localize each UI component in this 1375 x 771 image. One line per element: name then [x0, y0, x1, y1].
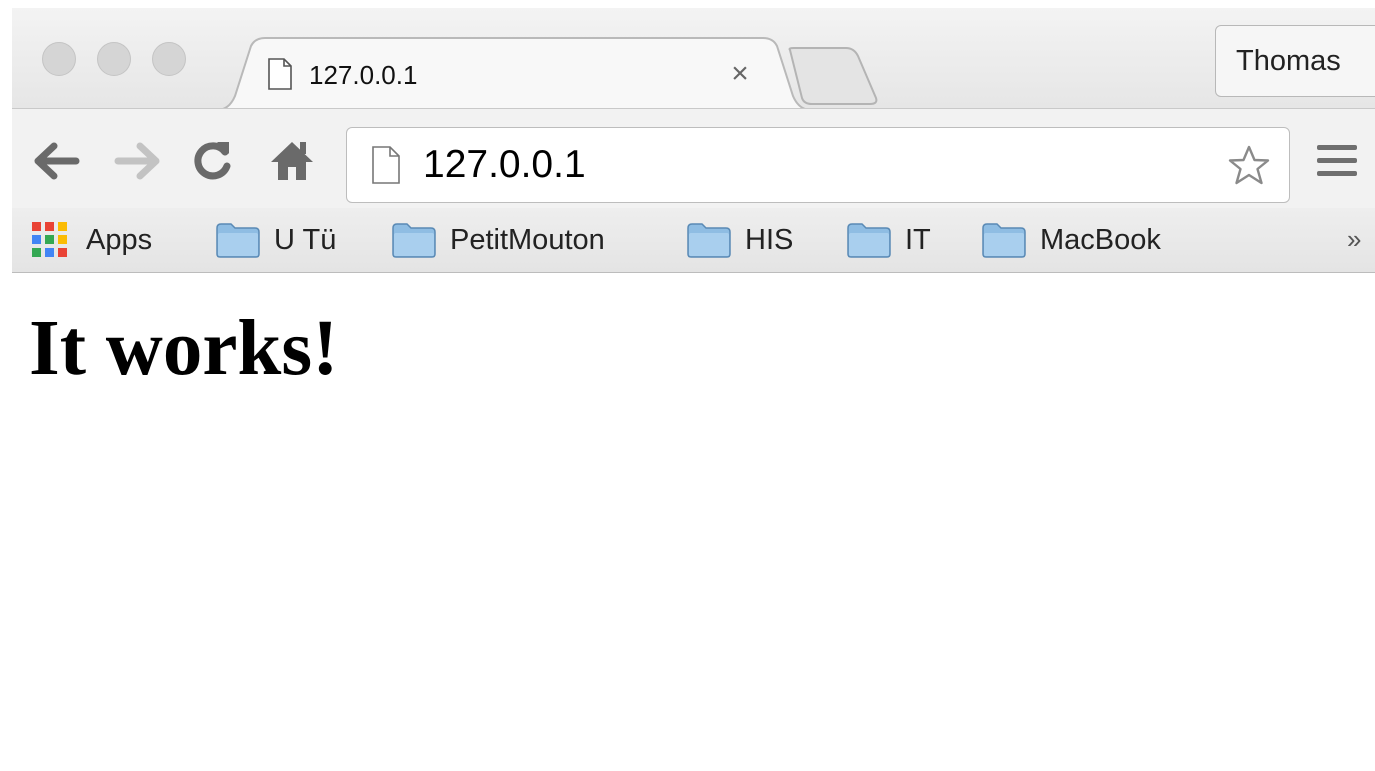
bookmark-label: MacBook	[1040, 223, 1161, 256]
tab-close-icon[interactable]: ×	[722, 56, 758, 92]
address-bar[interactable]	[346, 127, 1290, 203]
minimize-window-button[interactable]	[97, 42, 131, 76]
bookmarks-bar: Apps U Tü PetitMouton HIS IT MacBook »	[12, 208, 1375, 273]
reload-icon	[194, 142, 231, 180]
forward-button[interactable]	[112, 136, 162, 186]
apps-grid-icon	[32, 222, 67, 257]
bookmark-label: IT	[905, 223, 931, 256]
tab-title: 127.0.0.1	[309, 60, 418, 90]
new-tab-button[interactable]	[782, 46, 882, 108]
bookmark-label: Apps	[86, 223, 153, 256]
folder-icon	[392, 223, 436, 258]
folder-icon	[687, 223, 731, 258]
close-window-button[interactable]	[42, 42, 76, 76]
bookmark-folder-u-tu[interactable]: U Tü	[216, 218, 336, 262]
home-icon	[271, 142, 313, 180]
page-icon	[371, 146, 401, 189]
zoom-window-button[interactable]	[152, 42, 186, 76]
url-input[interactable]	[423, 138, 1183, 192]
tab-shape	[217, 37, 807, 111]
profile-button[interactable]: Thomas	[1215, 25, 1375, 97]
tab-active[interactable]: 127.0.0.1 ×	[217, 36, 807, 116]
bookmark-label: U Tü	[274, 223, 337, 256]
bookmark-label: PetitMouton	[450, 223, 605, 256]
folder-icon	[216, 223, 260, 258]
bookmark-folder-macbook[interactable]: MacBook	[982, 218, 1161, 262]
bookmark-folder-his[interactable]: HIS	[687, 218, 793, 262]
page-heading: It works!	[29, 305, 339, 392]
bookmark-label: HIS	[745, 223, 794, 256]
reload-button[interactable]	[187, 136, 237, 186]
hamburger-menu-icon[interactable]	[1317, 145, 1357, 185]
home-button[interactable]	[267, 136, 317, 186]
forward-arrow-icon	[114, 142, 160, 180]
back-button[interactable]	[32, 136, 82, 186]
browser-window: 127.0.0.1 × Thomas 127.0.0.1 Apps U Tü P…	[12, 8, 1375, 771]
folder-icon	[982, 223, 1026, 258]
page-content: It works!	[12, 273, 1375, 771]
bookmark-folder-it[interactable]: IT	[847, 218, 931, 262]
bookmarks-overflow-chevron-icon[interactable]: »	[1347, 224, 1361, 255]
bookmark-folder-petitmouton[interactable]: PetitMouton	[392, 218, 605, 262]
bookmark-apps[interactable]: Apps	[32, 218, 152, 262]
tab-strip: 127.0.0.1 × Thomas	[12, 8, 1375, 111]
back-arrow-icon	[34, 142, 80, 180]
toolbar	[12, 108, 1375, 208]
folder-icon	[847, 223, 891, 258]
star-icon[interactable]	[1227, 144, 1271, 193]
